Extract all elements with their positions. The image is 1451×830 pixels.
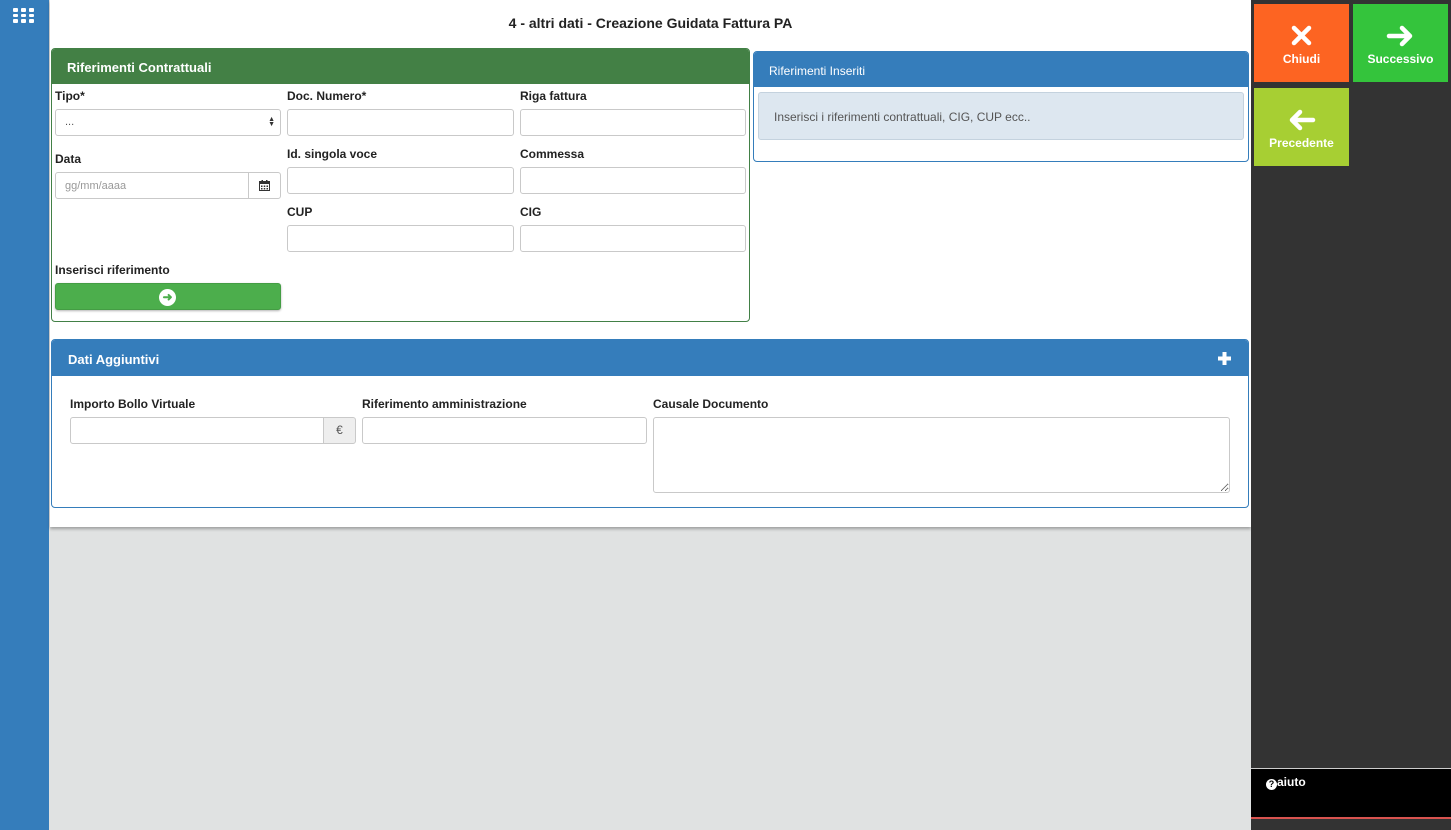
tipo-select[interactable]: ... ▲ ▼ (55, 109, 281, 136)
calendar-icon (259, 180, 270, 191)
doc-numero-input[interactable] (287, 109, 514, 136)
arrow-left-icon (1289, 109, 1316, 131)
cig-input[interactable] (520, 225, 746, 252)
next-button-label: Successivo (1367, 52, 1434, 66)
riga-fattura-label: Riga fattura (520, 89, 587, 103)
inserisci-riferimento-label: Inserisci riferimento (55, 263, 170, 277)
riferimenti-contrattuali-panel: Riferimenti Contrattuali Tipo* ... ▲ ▼ Do… (51, 48, 750, 322)
x-icon (1291, 25, 1312, 46)
close-button[interactable]: Chiudi (1254, 4, 1349, 82)
data-input[interactable] (55, 172, 249, 199)
calendar-button[interactable] (248, 172, 281, 199)
cup-input[interactable] (287, 225, 514, 252)
commessa-label: Commessa (520, 147, 585, 161)
grid-icon[interactable] (13, 8, 34, 23)
arrow-circle-right-icon: ➜ (159, 289, 176, 306)
dati-aggiuntivi-header[interactable]: Dati Aggiuntivi (52, 340, 1248, 376)
page-title: 4 - altri dati - Creazione Guidata Fattu… (508, 15, 793, 31)
id-singola-voce-input[interactable] (287, 167, 514, 194)
riga-fattura-input[interactable] (520, 109, 746, 136)
close-button-label: Chiudi (1282, 52, 1321, 66)
divider (1251, 817, 1451, 819)
cig-label: CIG (520, 205, 542, 219)
riferimenti-info-message: Inserisci i riferimenti contrattuali, CI… (758, 92, 1244, 140)
previous-button-label: Precedente (1269, 136, 1334, 150)
next-button[interactable]: Successivo (1353, 4, 1448, 82)
dati-aggiuntivi-title: Dati Aggiuntivi (68, 352, 160, 367)
riferimenti-inseriti-header: Riferimenti Inseriti (754, 52, 1248, 87)
riferimento-amministrazione-input[interactable] (362, 417, 647, 444)
cup-label: CUP (287, 205, 313, 219)
plus-icon[interactable] (1218, 352, 1231, 365)
riferimento-amministrazione-label: Riferimento amministrazione (362, 397, 527, 411)
causale-documento-label: Causale Documento (653, 397, 769, 411)
riferimenti-contrattuali-header: Riferimenti Contrattuali (52, 49, 749, 84)
tipo-selected-value: ... (65, 116, 75, 128)
data-label: Data (55, 152, 82, 166)
riferimenti-inseriti-panel: Riferimenti Inseriti Inserisci i riferim… (753, 51, 1249, 162)
previous-button[interactable]: Precedente (1254, 88, 1349, 166)
help-area: ? aiuto (1251, 768, 1451, 818)
causale-documento-textarea[interactable] (653, 417, 1230, 493)
doc-numero-label: Doc. Numero* (287, 89, 367, 103)
id-singola-voce-label: Id. singola voce (287, 147, 378, 161)
tipo-label: Tipo* (55, 89, 85, 103)
help-link[interactable]: ? aiuto (1266, 775, 1306, 790)
question-circle-icon: ? (1266, 779, 1277, 790)
help-label: aiuto (1277, 775, 1306, 789)
right-action-bar: Chiudi Successivo Precedente ? aiuto (1251, 0, 1451, 830)
importo-bollo-label: Importo Bollo Virtuale (70, 397, 196, 411)
currency-addon: € (323, 417, 356, 444)
inserisci-riferimento-button[interactable]: ➜ (55, 283, 281, 310)
importo-bollo-input[interactable] (70, 417, 324, 444)
commessa-input[interactable] (520, 167, 746, 194)
main-content: 4 - altri dati - Creazione Guidata Fattu… (50, 0, 1251, 527)
left-sidebar (0, 0, 49, 830)
dati-aggiuntivi-panel: Dati Aggiuntivi Importo Bollo Virtuale €… (51, 339, 1249, 508)
select-arrows-icon: ▲ ▼ (268, 116, 275, 128)
arrow-right-icon (1386, 25, 1413, 47)
